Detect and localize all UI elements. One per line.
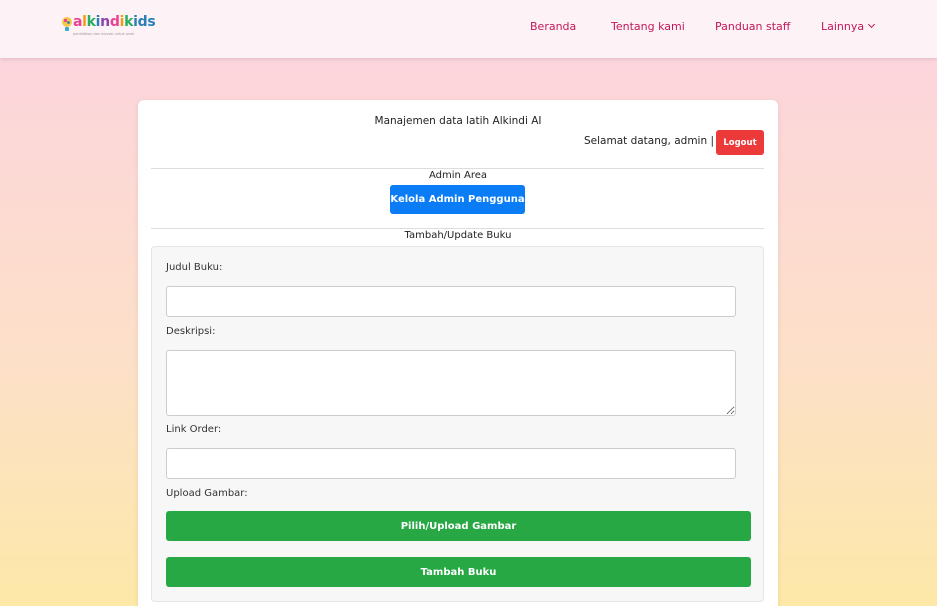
book-title-label: Judul Buku: (166, 262, 223, 273)
chevron-down-icon (868, 20, 876, 29)
nav-item-lainnya-label: Lainnya (821, 20, 865, 33)
admin-area-label: Admin Area (428, 170, 488, 181)
book-title-input[interactable] (166, 286, 736, 317)
nav-item-lainnya[interactable]: Lainnya (821, 20, 876, 33)
main-card: Manajemen data latih Alkindi AI Selamat … (138, 100, 778, 606)
divider (151, 168, 764, 169)
manage-admin-users-button[interactable]: Kelola Admin Pengguna (390, 185, 525, 214)
nav-item-panduan-staff[interactable]: Panduan staff (715, 20, 790, 33)
welcome-text: Selamat datang, admin | (583, 135, 714, 147)
page-title: Manajemen data latih Alkindi AI (374, 115, 542, 127)
link-order-label: Link Order: (166, 424, 222, 435)
description-textarea[interactable] (166, 350, 736, 416)
nav-item-beranda[interactable]: Beranda (530, 20, 576, 33)
logout-button[interactable]: Logout (716, 130, 764, 155)
add-update-book-label: Tambah/Update Buku (404, 230, 512, 241)
logo-tagline: pendidikan dan inovasi untuk anak (73, 32, 135, 36)
alkindikids-logo[interactable]: alkindikids pendidikan dan inovasi untuk… (62, 14, 156, 40)
top-navbar: alkindikids pendidikan dan inovasi untuk… (0, 0, 937, 58)
add-book-button[interactable]: Tambah Buku (166, 557, 751, 587)
lightbulb-icon (62, 17, 72, 31)
link-order-input[interactable] (166, 448, 736, 479)
upload-image-button[interactable]: Pilih/Upload Gambar (166, 511, 751, 541)
description-label: Deskripsi: (166, 326, 216, 337)
upload-image-label: Upload Gambar: (166, 488, 248, 499)
divider (151, 228, 764, 229)
book-form: Judul Buku: Deskripsi: Link Order: Uploa… (151, 246, 764, 602)
nav-item-tentang-kami[interactable]: Tentang kami (611, 20, 685, 33)
logo-wordmark: alkindikids (73, 14, 156, 30)
